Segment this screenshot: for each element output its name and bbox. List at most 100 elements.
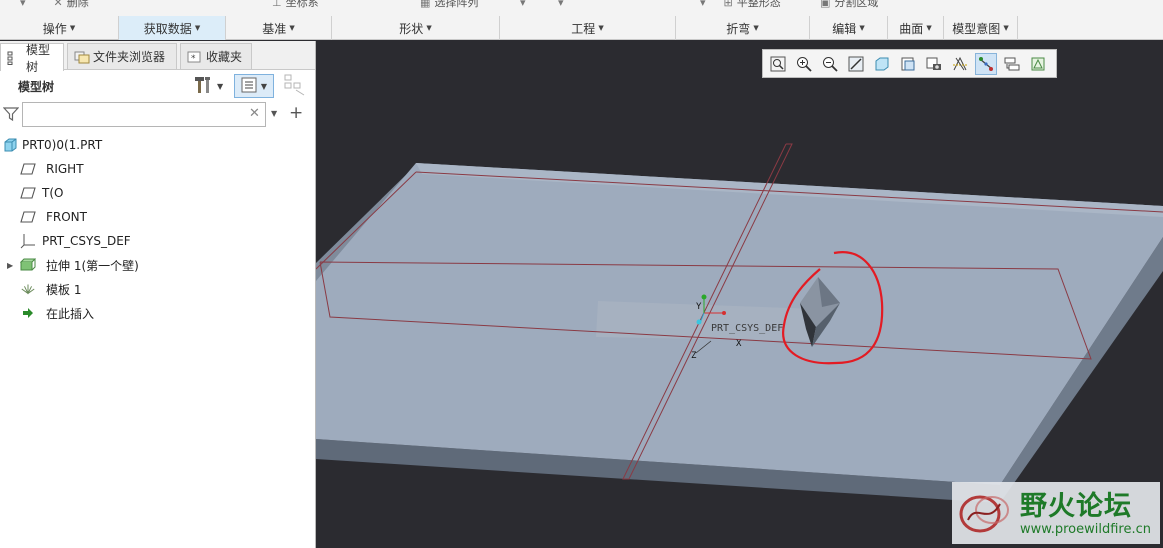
tree-item-label: RIGHT	[46, 162, 84, 176]
tree-item-label: FRONT	[46, 210, 87, 224]
tree-filter-button[interactable]	[284, 74, 308, 98]
pattern-select-command[interactable]: ▦ 选择阵列	[420, 0, 478, 9]
forum-watermark: 野火论坛 www.proewildfire.cn	[952, 482, 1160, 544]
tab-model-tree[interactable]: 模型树	[0, 43, 64, 74]
view-manager-icon	[926, 57, 941, 70]
ribbon-group-label: 曲面	[899, 21, 924, 36]
navigator-panel: 模型树 文件夹浏览器 * 收藏夹 模型树 ▼ ▼ ✕ ▼ + PRT0)0(1.…	[0, 41, 316, 548]
split-area-label: 分割区域	[834, 0, 879, 9]
delete-command[interactable]: ▾ ✕ 删除	[20, 0, 89, 9]
sheetmetal-display-icon	[1031, 57, 1045, 70]
watermark-logo-icon	[956, 486, 1016, 543]
chevron-down-icon: ▼	[289, 24, 295, 32]
tree-item-front-plane[interactable]: FRONT	[0, 205, 315, 229]
clear-icon[interactable]: ✕	[249, 106, 260, 121]
tree-show-button[interactable]: ▼	[234, 74, 274, 98]
watermark-title: 野火论坛	[1020, 491, 1132, 522]
ribbon-group-datum[interactable]: 基准 ▼	[226, 16, 332, 40]
ribbon-group-shapes[interactable]: 形状 ▼	[332, 16, 500, 40]
ribbon-group-operations[interactable]: 操作 ▼	[0, 16, 119, 40]
chevron-down-icon: ▼	[926, 24, 932, 32]
zoom-fit-button[interactable]	[767, 53, 789, 75]
split-area-command[interactable]: ▣ 分割区域	[820, 0, 878, 9]
display-style-button[interactable]	[871, 53, 893, 75]
tree-item-part[interactable]: PRT0)0(1.PRT	[0, 133, 315, 157]
spin-center-button[interactable]	[1001, 53, 1023, 75]
flat-state-command[interactable]: ▾ ⊞ 平整形态	[700, 0, 781, 9]
wrench-hammer-icon	[194, 75, 214, 98]
model-tree-icon	[7, 51, 21, 65]
tree-item-label: 在此插入	[46, 306, 95, 321]
csys-command-label: 坐标系	[285, 0, 319, 9]
tree-search-row: ✕ ▼ +	[0, 101, 315, 129]
graphics-viewport[interactable]: Y X Z PRT_CSYS_DEF 野火论坛 www.proewildfire…	[316, 41, 1163, 548]
chevron-down-icon[interactable]: ▼	[271, 109, 277, 118]
ribbon-group-bar: 操作 ▼ 获取数据 ▼ 基准 ▼ 形状 ▼ 工程 ▼ 折弯 ▼ 编辑 ▼ 曲面 ▼ 模型意图 ▼	[0, 16, 1163, 40]
zoom-in-button[interactable]	[793, 53, 815, 75]
ribbon-dropdown-b[interactable]: ▾	[558, 0, 564, 9]
zoom-in-icon	[797, 56, 812, 72]
tab-label: 收藏夹	[206, 50, 243, 64]
tree-item-top-plane[interactable]: T(O	[0, 181, 315, 205]
zoom-out-button[interactable]	[819, 53, 841, 75]
tree-settings-button[interactable]: ▼	[194, 75, 230, 97]
chevron-down-icon: ▼	[217, 81, 224, 91]
zoom-out-icon	[823, 56, 838, 72]
ribbon-group-bend[interactable]: 折弯 ▼	[676, 16, 810, 40]
datum-plane-icon	[20, 209, 36, 225]
chevron-down-icon: ▼	[426, 24, 432, 32]
tree-item-insert-here[interactable]: 在此插入	[0, 301, 315, 325]
ribbon-group-edit[interactable]: 编辑 ▼	[810, 16, 888, 40]
ribbon-group-label: 模型意图	[952, 21, 1001, 36]
ribbon-group-label: 基准	[262, 21, 287, 36]
datum-display-icon	[953, 56, 967, 70]
ribbon-group-label: 形状	[399, 21, 424, 36]
ribbon-group-model-intent[interactable]: 模型意图 ▼	[944, 16, 1018, 40]
tree-item-label: T(O	[42, 186, 64, 200]
tab-label: 文件夹浏览器	[93, 50, 166, 64]
csys-icon	[20, 233, 36, 249]
ribbon-group-engineering[interactable]: 工程 ▼	[500, 16, 676, 40]
axis-label-z: Z	[691, 351, 697, 361]
axis-label-x: X	[736, 339, 742, 349]
pattern-select-label: 选择阵列	[434, 0, 479, 9]
template-icon	[20, 281, 36, 297]
tree-item-csys[interactable]: PRT_CSYS_DEF	[0, 229, 315, 253]
tree-item-right-plane[interactable]: RIGHT	[0, 157, 315, 181]
tree-item-template[interactable]: 模板 1	[0, 277, 315, 301]
expand-arrow-icon[interactable]: ▶	[7, 261, 13, 270]
ribbon-group-surfaces[interactable]: 曲面 ▼	[888, 16, 944, 40]
ribbon-group-get-data[interactable]: 获取数据 ▼	[119, 16, 226, 40]
ribbon-group-label: 工程	[571, 21, 596, 36]
repaint-button[interactable]	[845, 53, 867, 75]
tab-favorites[interactable]: * 收藏夹	[180, 43, 252, 69]
repaint-icon	[848, 56, 864, 71]
saved-views-button[interactable]	[897, 53, 919, 75]
ribbon-dropdown-a[interactable]: ▾	[520, 0, 526, 9]
insert-here-icon	[20, 305, 36, 321]
filter-icon[interactable]	[2, 106, 20, 125]
chevron-down-icon: ▾	[700, 0, 706, 9]
datum-display-button[interactable]	[949, 53, 971, 75]
csys-command[interactable]: ⊥ 坐标系	[272, 0, 319, 9]
chevron-down-icon: ▾	[520, 0, 526, 9]
pattern-icon: ▦	[420, 0, 431, 9]
display-style-icon	[875, 57, 889, 70]
tree-search-input[interactable]	[22, 102, 266, 127]
model-tree-title: 模型树	[18, 80, 55, 94]
chevron-down-icon: ▼	[859, 24, 865, 32]
view-manager-button[interactable]	[923, 53, 945, 75]
saved-views-icon	[901, 57, 915, 70]
add-icon[interactable]: +	[289, 103, 303, 123]
sheetmetal-display-button[interactable]	[1027, 53, 1049, 75]
annotation-display-button[interactable]	[975, 52, 997, 75]
navigator-tabs: 模型树 文件夹浏览器 * 收藏夹	[0, 41, 315, 74]
view-toolbar	[762, 49, 1057, 78]
chevron-down-icon: ▼	[1003, 24, 1009, 32]
csys-label: PRT_CSYS_DEF	[711, 323, 783, 334]
tree-item-extrude[interactable]: ▶ 拉伸 1(第一个壁)	[0, 253, 315, 277]
model-tree-list: PRT0)0(1.PRT RIGHT T(O FRONT PRT_CSYS_DE…	[0, 133, 315, 325]
tree-list-icon	[241, 77, 257, 96]
ribbon: ▾ ✕ 删除 ⊥ 坐标系 ▦ 选择阵列 ▾ ▾ ▾ ⊞ 平整形态 ▣ 分割区域	[0, 0, 1163, 40]
tab-folder-browser[interactable]: 文件夹浏览器	[67, 43, 177, 69]
